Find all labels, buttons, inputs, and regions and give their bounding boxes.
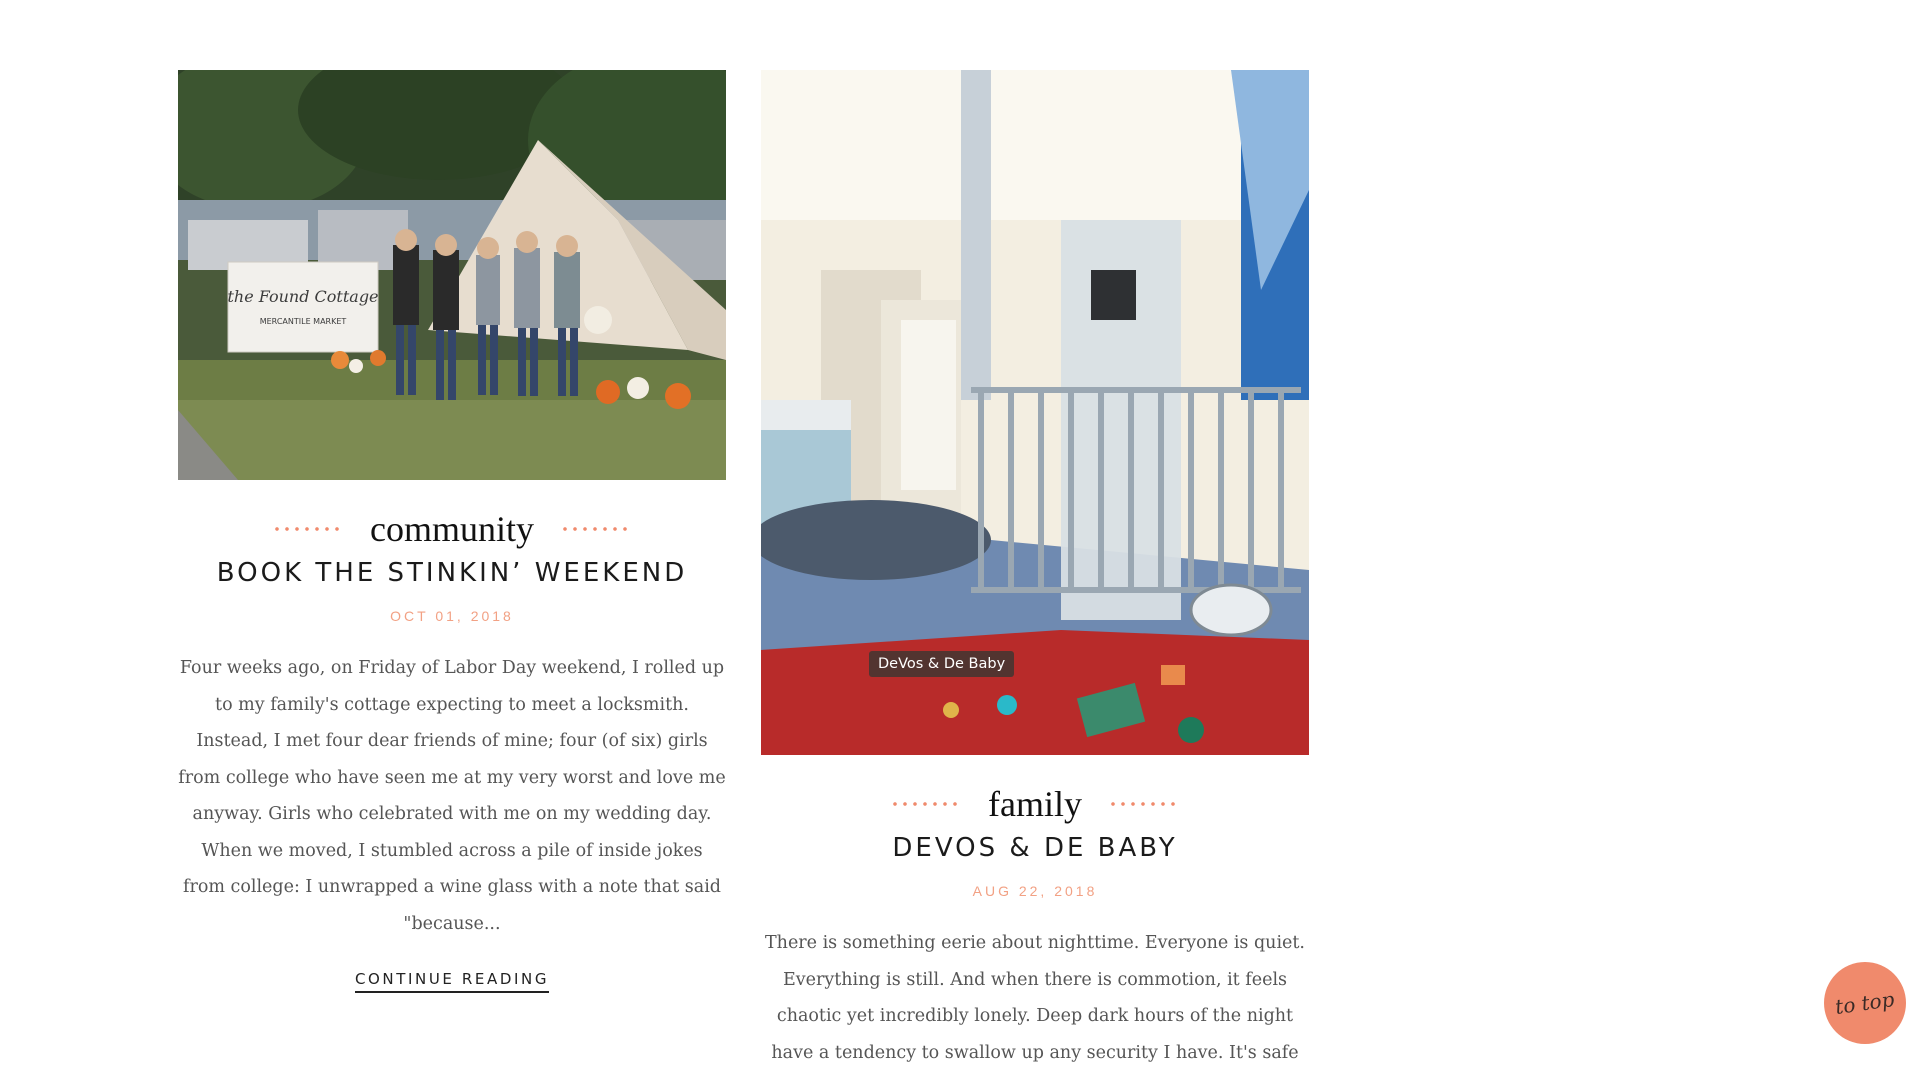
dotted-divider-left: [272, 526, 344, 532]
post-card-family: DeVos & De Baby family DEVOS & DE BABY A…: [761, 70, 1309, 1080]
sign-line2: MERCANTILE MARKET: [260, 317, 347, 326]
to-top-button[interactable]: to top: [1824, 962, 1906, 1044]
post-excerpt: There is something eerie about nighttime…: [765, 933, 1305, 1080]
post-category[interactable]: family: [988, 781, 1082, 827]
dotted-divider-right: [1107, 801, 1180, 807]
category-row: family: [761, 781, 1309, 827]
post-image-hospital-room[interactable]: DeVos & De Baby: [761, 70, 1309, 755]
continue-reading-link[interactable]: CONTINUE READING: [354, 970, 550, 993]
post-date: AUG 22, 2018: [972, 883, 1098, 899]
blog-page: the Found Cottage MERCANTILE MARKET comm…: [0, 0, 1920, 1080]
post-category[interactable]: community: [370, 506, 534, 552]
dotted-divider-left: [890, 801, 962, 807]
dotted-divider-right: [560, 526, 632, 532]
image-title-tooltip: DeVos & De Baby: [869, 651, 1015, 677]
sign-line1: the Found Cottage: [227, 287, 378, 306]
post-card-community: the Found Cottage MERCANTILE MARKET comm…: [178, 70, 726, 993]
post-title[interactable]: DEVOS & DE BABY: [761, 831, 1309, 865]
friends-at-market-photo: the Found Cottage MERCANTILE MARKET: [178, 70, 726, 480]
post-title[interactable]: BOOK THE STINKIN’ WEEKEND: [178, 556, 726, 590]
hospital-room-photo: [761, 70, 1309, 755]
post-excerpt: Four weeks ago, on Friday of Labor Day w…: [178, 658, 726, 934]
to-top-label: to top: [1833, 986, 1897, 1020]
category-row: community: [178, 506, 726, 552]
post-date: OCT 01, 2018: [390, 608, 514, 624]
post-image-friends-at-market[interactable]: the Found Cottage MERCANTILE MARKET: [178, 70, 726, 480]
